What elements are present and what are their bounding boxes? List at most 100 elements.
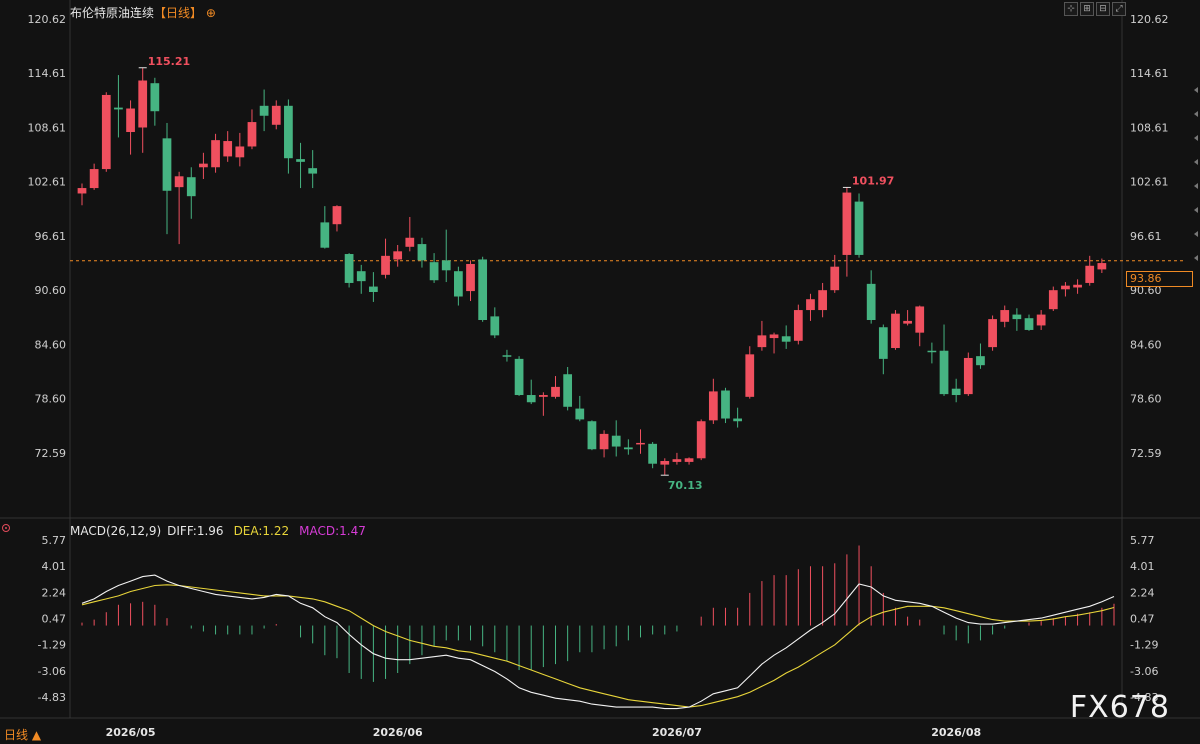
candle-body [259,105,269,116]
candle-body [126,108,135,133]
candle-body [393,251,403,260]
scroll-arrow-icon [1194,183,1198,189]
add-icon[interactable]: ⊕ [206,6,216,20]
candle-body [1012,314,1022,320]
candle-body [356,271,366,282]
candle-body [672,459,682,462]
high-annotation: 101.97 [852,174,894,187]
macd-legend: MACD(26,12,9) DIFF:1.96 DEA:1.22 MACD:1.47 [70,524,366,538]
candle-body [478,259,488,321]
candle-body [1048,290,1058,310]
candle-body [514,358,524,396]
candle-body [1024,318,1034,330]
candle-body [806,299,815,311]
candle-body [660,461,670,465]
macd-y-tick-right: -1.29 [1130,639,1158,652]
x-tick-label: 2026/07 [652,726,702,739]
chart-title: 布伦特原油连续【日线】 ⊕ [70,4,216,21]
candle-body [1073,284,1082,288]
indicator-settings-icon[interactable] [2,524,10,532]
candle-body [405,237,415,247]
candle-body [332,206,342,225]
candle-body [150,83,160,112]
price-y-tick-right: 84.60 [1130,338,1162,351]
candle-body [769,334,779,339]
price-y-tick-right: 78.60 [1130,393,1162,406]
candle-body [101,94,111,170]
macd-y-tick-left: 4.01 [42,560,67,573]
candle-body [1061,285,1070,290]
zoom-in-icon[interactable]: ⊞ [1080,2,1094,16]
candle-body [199,163,208,168]
candle-body [247,122,257,147]
candle-body [878,327,888,359]
candle-body [114,107,123,110]
candle-body [636,442,645,445]
candle-body [915,306,925,333]
candle-body [490,316,500,336]
price-y-tick-right: 108.61 [1130,121,1169,134]
move-icon[interactable]: ⊹ [1064,2,1078,16]
candle-body [308,168,318,174]
candle-body [502,355,512,357]
candle-body [417,244,427,261]
candle-body [684,458,694,462]
price-y-tick-right: 96.61 [1130,230,1162,243]
candle-body [830,266,840,291]
candle-body [708,391,718,421]
candle-body [1085,265,1095,283]
candle-body [284,105,293,159]
macd-y-tick-left: -1.29 [38,639,66,652]
expand-icon[interactable]: ⤢ [1112,2,1126,16]
price-y-tick-left: 114.61 [28,67,67,80]
scroll-arrow-icon [1194,111,1198,117]
x-tick-label: 2026/08 [931,726,981,739]
macd-hist-value: MACD:1.47 [299,524,366,538]
price-y-tick-right: 72.59 [1130,447,1162,460]
macd-dea-value: DEA:1.22 [233,524,290,538]
price-y-tick-left: 102.61 [28,176,67,189]
candle-body [162,138,172,191]
price-y-tick-left: 84.60 [35,338,67,351]
candle-body [927,350,937,353]
x-tick-label: 2026/06 [373,726,423,739]
candle-body [223,141,233,157]
scroll-arrow-icon [1194,159,1198,165]
candle-body [551,386,560,397]
candle-body [296,159,305,162]
candle-body [235,146,245,158]
price-y-tick-left: 96.61 [35,230,67,243]
candle-body [138,80,148,128]
candle-body [793,310,803,341]
price-y-tick-left: 78.60 [35,393,67,406]
candle-body [587,421,597,450]
instrument-name: 布伦特原油连续 [70,6,155,20]
period-selector-button[interactable]: 日线 ▲ [4,726,41,743]
candle-body [369,286,378,292]
candle-body [903,320,912,324]
price-y-tick-left: 90.60 [35,284,67,297]
candle-body [575,408,585,420]
candle-body [696,421,706,459]
candle-body [77,188,87,194]
macd-y-tick-left: -3.06 [38,665,66,678]
macd-y-tick-left: -4.83 [38,691,66,704]
candle-body [599,433,609,450]
candle-body [733,418,742,422]
candle-body [818,290,827,311]
low-annotation: 70.13 [668,479,703,492]
candle-body [538,395,548,397]
candle-body [648,443,658,464]
candle-body [526,395,536,403]
dea-line [81,584,1115,708]
macd-params: MACD(26,12,9) [70,524,162,538]
candle-body [891,313,900,349]
candle-body [1000,310,1010,322]
candle-body [381,255,390,275]
macd-y-tick-right: 2.24 [1130,586,1155,599]
period-label: 【日线】 [154,6,203,20]
candle-body [429,262,439,281]
zoom-out-icon[interactable]: ⊟ [1096,2,1110,16]
candle-body [757,335,767,348]
macd-y-tick-right: -3.06 [1130,665,1158,678]
